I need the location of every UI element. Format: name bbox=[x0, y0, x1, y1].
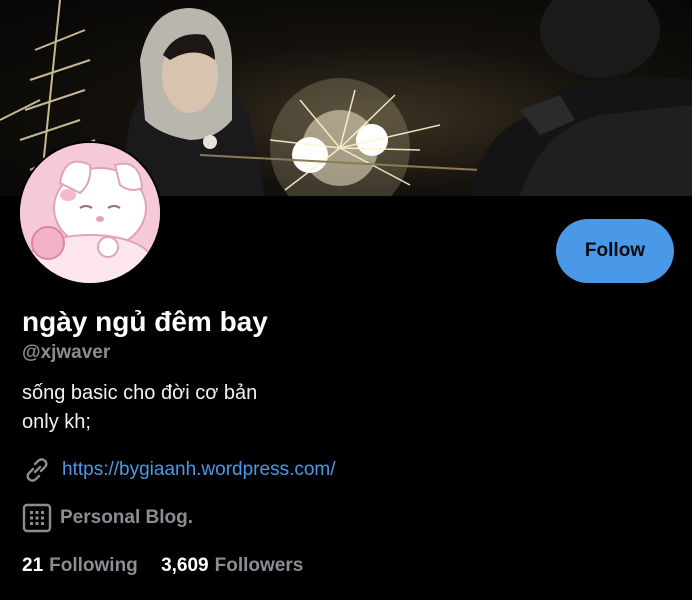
following-stat[interactable]: 21 Following bbox=[22, 555, 138, 577]
bio-line: sống basic cho đời cơ bản bbox=[22, 382, 258, 404]
profile-bio: sống basic cho đời cơ bản only kh; bbox=[22, 379, 257, 437]
follow-button[interactable]: Follow bbox=[556, 219, 674, 283]
following-label: Following bbox=[49, 555, 138, 576]
link-icon bbox=[22, 455, 52, 485]
follow-stats: 21 Following 3,609 Followers bbox=[22, 555, 321, 577]
bio-line: only kh; bbox=[22, 411, 91, 433]
followers-stat[interactable]: 3,609 Followers bbox=[161, 555, 303, 577]
profile-category: Personal Blog. bbox=[60, 507, 194, 528]
profile-avatar[interactable] bbox=[18, 141, 162, 285]
website-link[interactable]: https://bygiaanh.wordpress.com/ bbox=[62, 459, 336, 481]
followers-count: 3,609 bbox=[161, 555, 209, 576]
followers-label: Followers bbox=[214, 555, 304, 576]
following-count: 21 bbox=[22, 555, 44, 576]
grid-icon bbox=[22, 503, 52, 533]
username-handle: @xjwaver bbox=[22, 342, 111, 363]
display-name: ngày ngủ đêm bay bbox=[22, 306, 268, 337]
